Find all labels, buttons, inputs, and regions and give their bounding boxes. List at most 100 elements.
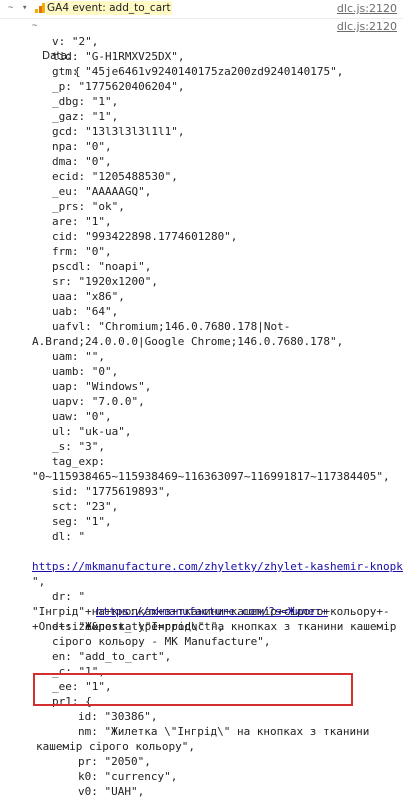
property-text: _eu: "AAAAAGQ", <box>52 185 152 198</box>
property-text: id: "30386", <box>78 710 158 723</box>
property-text: gtm: "45je6461v9240140175za200zd92401401… <box>52 65 344 78</box>
property-text: cid: "993422898.1774601280", <box>52 230 238 243</box>
data-source-link[interactable]: dlc.js:2120 <box>337 19 397 34</box>
property-row: k0: "currency", <box>0 769 403 784</box>
property-row: sr: "1920x1200", <box>0 274 403 289</box>
property-row: uaw: "0", <box>0 409 403 424</box>
property-row: ecid: "1205488530", <box>0 169 403 184</box>
data-expand-toggle-icon[interactable]: ~ <box>32 19 37 34</box>
property-text: _gaz: "1", <box>52 110 119 123</box>
property-text: _p: "1775620406204", <box>52 80 185 93</box>
property-text: "0~115938465~115938469~116363097~1169918… <box>32 470 390 483</box>
property-row: _gaz: "1", <box>0 109 403 124</box>
property-row: uafvl: "Chromium;146.0.7680.178|Not- <box>0 319 403 334</box>
property-text: tag_exp: <box>52 455 105 468</box>
property-row: dl: " <box>0 529 403 544</box>
property-row: _eu: "AAAAAGQ", <box>0 184 403 199</box>
property-row: сірого кольору - MK Manufacture", <box>0 634 403 649</box>
property-row: v: "2", <box>0 34 403 49</box>
property-row: uapv: "7.0.0", <box>0 394 403 409</box>
property-row: uaa: "x86", <box>0 289 403 304</box>
property-text: gcd: "13l3l3l3l1l1", <box>52 125 185 138</box>
property-row: gtm: "45je6461v9240140175za200zd92401401… <box>0 64 403 79</box>
property-text: _dbg: "1", <box>52 95 119 108</box>
property-row: pscdl: "noapi", <box>0 259 403 274</box>
dr-line: dr: " https://mkmanufacture.com/?s=Жилет… <box>0 574 403 618</box>
property-row: id: "30386", <box>0 709 403 724</box>
property-text: v: "2", <box>52 35 99 48</box>
data-object-header[interactable]: ~ Data: { dlc.js:2120 <box>0 19 403 78</box>
property-text: sct: "23", <box>52 500 119 513</box>
property-row: _prs: "ok", <box>0 199 403 214</box>
property-row: en: "add_to_cart", <box>0 649 403 664</box>
property-row: A.Brand;24.0.0.0|Google Chrome;146.0.768… <box>0 334 403 349</box>
collapse-toggle-icon[interactable]: ~ <box>8 1 13 16</box>
property-row: dma: "0", <box>0 154 403 169</box>
property-text: npa: "0", <box>52 140 112 153</box>
property-text: сірого кольору - MK Manufacture", <box>52 635 271 648</box>
property-row: frm: "0", <box>0 244 403 259</box>
property-text: uap: "Windows", <box>52 380 152 393</box>
dl-close-line: ", <box>0 559 403 588</box>
property-row: "0~115938465~115938469~116363097~1169918… <box>0 469 403 484</box>
property-text: ecid: "1205488530", <box>52 170 178 183</box>
property-row: v0: "UAH", <box>0 784 403 799</box>
property-text: sr: "1920x1200", <box>52 275 158 288</box>
property-text: uab: "64", <box>52 305 119 318</box>
property-row: _dbg: "1", <box>0 94 403 109</box>
property-row: ul: "uk-ua", <box>0 424 403 439</box>
property-text: en: "add_to_cart", <box>52 650 172 663</box>
property-text: frm: "0", <box>52 245 112 258</box>
property-text: tid: "G-H1RMXV25DX", <box>52 50 185 63</box>
property-text: k0: "currency", <box>78 770 178 783</box>
group-toggle-icon[interactable]: ▾ <box>22 1 27 16</box>
property-text: uapv: "7.0.0", <box>52 395 145 408</box>
event-label: GA4 event: add_to_cart <box>46 1 172 15</box>
property-row: uab: "64", <box>0 304 403 319</box>
property-text: dma: "0", <box>52 155 112 168</box>
property-row: npa: "0", <box>0 139 403 154</box>
property-row: uamb: "0", <box>0 364 403 379</box>
property-row: are: "1", <box>0 214 403 229</box>
property-text: uamb: "0", <box>52 365 119 378</box>
log-entry-header[interactable]: ~ ▾ GA4 event: add_to_cart dlc.js:2120 <box>0 0 403 19</box>
source-link[interactable]: dlc.js:2120 <box>337 1 397 16</box>
property-text: v0: "UAH", <box>78 785 145 798</box>
property-text: uaa: "x86", <box>52 290 125 303</box>
property-row: cid: "993422898.1774601280", <box>0 229 403 244</box>
property-row: tag_exp: <box>0 454 403 469</box>
ga4-analytics-icon <box>35 3 45 13</box>
property-text: uam: "", <box>52 350 105 363</box>
property-row: sct: "23", <box>0 499 403 514</box>
property-text: nm: "Жилетка \"Інгрід\" на кнопках з тка… <box>78 725 370 738</box>
property-row: gcd: "13l3l3l3l1l1", <box>0 124 403 139</box>
property-row: _p: "1775620406204", <box>0 79 403 94</box>
property-text: are: "1", <box>52 215 112 228</box>
console-panel: ~ ▾ GA4 event: add_to_cart dlc.js:2120 ~… <box>0 0 403 798</box>
property-text: pr: "2050", <box>78 755 151 768</box>
highlight-box <box>33 673 353 706</box>
property-text: uaw: "0", <box>52 410 112 423</box>
property-row: _s: "3", <box>0 439 403 454</box>
property-row: uam: "", <box>0 349 403 364</box>
property-text: dl: " <box>52 530 86 543</box>
property-text: dt: "Жилетка \"Інгрід\" на кнопках з тка… <box>52 620 397 633</box>
dl-url-line: https://mkmanufacture.com/zhyletky/zhyle… <box>0 544 403 573</box>
property-text: A.Brand;24.0.0.0|Google Chrome;146.0.768… <box>32 335 344 348</box>
property-row: sid: "1775619893", <box>0 484 403 499</box>
property-row: pr: "2050", <box>0 754 403 769</box>
property-row: uap: "Windows", <box>0 379 403 394</box>
property-row: tid: "G-H1RMXV25DX", <box>0 49 403 64</box>
property-text: _prs: "ok", <box>52 200 125 213</box>
property-text: ul: "uk-ua", <box>52 425 132 438</box>
property-text: pscdl: "noapi", <box>52 260 152 273</box>
property-text: _s: "3", <box>52 440 105 453</box>
property-text: uafvl: "Chromium;146.0.7680.178|Not- <box>52 320 291 333</box>
dr-line-3: +One+size&post_type=product", <box>0 604 403 633</box>
property-row: seg: "1", <box>0 514 403 529</box>
property-row: dt: "Жилетка \"Інгрід\" на кнопках з тка… <box>0 619 403 634</box>
property-text: seg: "1", <box>52 515 112 528</box>
property-text: sid: "1775619893", <box>52 485 172 498</box>
property-row: nm: "Жилетка \"Інгрід\" на кнопках з тка… <box>0 724 403 739</box>
dr-line-2: "Інгрід"+на+кнопках+з+тканини+кашемір+сі… <box>0 589 403 618</box>
